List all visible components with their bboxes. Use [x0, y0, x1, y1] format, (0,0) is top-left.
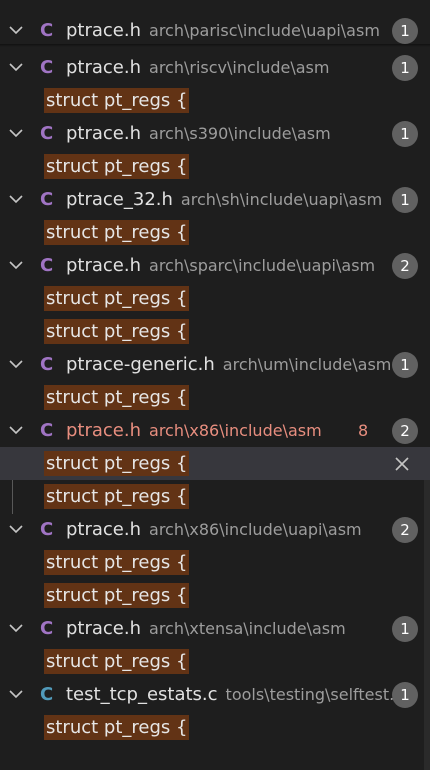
match-row[interactable]: struct pt_regs { [0, 480, 430, 513]
match-row[interactable]: struct pt_regs { [0, 645, 430, 678]
file-name: ptrace.h arch\x86\include\uapi\asm [66, 513, 362, 546]
match-text: struct pt_regs { [44, 220, 190, 245]
file-path-label: arch\xtensa\include\asm [149, 619, 346, 638]
match-text: struct pt_regs { [44, 484, 190, 509]
file-name: test_tcp_estats.c tools\testing\selftest.… [66, 678, 404, 711]
file-name: ptrace.h arch\x86\include\asm [66, 414, 322, 447]
file-name: ptrace.h arch\sparc\include\uapi\asm [66, 249, 375, 282]
chevron-down-icon[interactable] [6, 189, 26, 209]
match-row[interactable]: struct pt_regs { [0, 315, 430, 348]
c-language-icon: C [40, 255, 54, 276]
file-result-row[interactable]: Cptrace_32.h arch\sh\include\uapi\asm 1 [0, 183, 430, 216]
c-language-icon: C [40, 420, 54, 441]
chevron-down-icon[interactable] [6, 684, 26, 704]
search-results-tree: Cptrace.h arch\parisc\include\uapi\asm 1 Cp… [0, 0, 430, 770]
match-text: struct pt_regs { [44, 550, 190, 575]
match-count-badge: 2 [392, 253, 418, 279]
file-name: ptrace.h arch\riscv\include\asm [66, 51, 329, 84]
file-path-label: tools\testing\selftest... [225, 685, 405, 704]
chevron-down-icon[interactable] [6, 354, 26, 374]
match-text: struct pt_regs { [44, 649, 190, 674]
file-result-row[interactable]: Cptrace.h arch\x86\include\uapi\asm 2 [0, 513, 430, 546]
c-language-icon: C [40, 354, 54, 375]
file-result-row[interactable]: Cptrace.h arch\riscv\include\asm 1 [0, 51, 430, 84]
file-result-row[interactable]: Ctest_tcp_estats.c tools\testing\selftest… [0, 678, 430, 711]
file-path-label: arch\parisc\include\uapi\asm [149, 21, 380, 40]
match-row[interactable]: struct pt_regs { [0, 216, 430, 249]
match-count-badge: 2 [392, 517, 418, 543]
match-count-badge: 1 [392, 121, 418, 147]
match-text: struct pt_regs { [44, 319, 190, 344]
c-language-icon: C [40, 189, 54, 210]
match-count-badge: 1 [392, 18, 418, 44]
match-row[interactable]: struct pt_regs { [0, 84, 430, 117]
match-count-badge: 1 [392, 682, 418, 708]
match-text: struct pt_regs { [44, 286, 190, 311]
file-name: ptrace.h arch\s390\include\asm [66, 117, 331, 150]
match-text: struct pt_regs { [44, 154, 190, 179]
match-count-badge: 1 [392, 352, 418, 378]
match-row[interactable]: struct pt_regs { [0, 711, 430, 744]
match-row[interactable]: struct pt_regs { [0, 579, 430, 612]
c-language-icon: C [40, 684, 54, 705]
sticky-scroll-shadow [0, 44, 430, 47]
match-row[interactable]: struct pt_regs { [0, 150, 430, 183]
file-path-label: arch\um\include\asm [222, 355, 392, 374]
c-language-icon: C [40, 519, 54, 540]
dismiss-match-button[interactable] [392, 454, 412, 474]
chevron-down-icon[interactable] [6, 57, 26, 77]
problems-count: 8 [358, 421, 369, 440]
file-result-row[interactable]: Cptrace.h arch\xtensa\include\asm 1 [0, 612, 430, 645]
chevron-down-icon[interactable] [6, 618, 26, 638]
file-path-label: arch\sparc\include\uapi\asm [149, 256, 376, 275]
file-path-label: arch\x86\include\asm [149, 421, 322, 440]
c-language-icon: C [40, 618, 54, 639]
match-count-badge: 1 [392, 187, 418, 213]
file-name-label: ptrace.h [66, 255, 142, 276]
file-name-label: ptrace.h [66, 420, 142, 441]
file-path-label: arch\x86\include\uapi\asm [149, 520, 362, 539]
file-result-row[interactable]: Cptrace.h arch\sparc\include\uapi\asm 2 [0, 249, 430, 282]
file-name: ptrace.h arch\parisc\include\uapi\asm [66, 14, 380, 47]
chevron-down-icon[interactable] [6, 20, 26, 40]
file-name: ptrace.h arch\xtensa\include\asm [66, 612, 346, 645]
file-name-label: ptrace_32.h [66, 189, 173, 210]
file-name-label: ptrace.h [66, 519, 142, 540]
chevron-down-icon[interactable] [6, 420, 26, 440]
match-row[interactable]: struct pt_regs { [0, 447, 430, 480]
match-text: struct pt_regs { [44, 88, 190, 113]
match-row[interactable]: struct pt_regs { [0, 546, 430, 579]
file-name-label: ptrace.h [66, 618, 142, 639]
c-language-icon: C [40, 57, 54, 78]
match-text: struct pt_regs { [44, 715, 190, 740]
file-path-label: arch\sh\include\uapi\asm [180, 190, 383, 209]
chevron-down-icon[interactable] [6, 255, 26, 275]
file-name-label: test_tcp_estats.c [66, 684, 218, 705]
file-path-label: arch\riscv\include\asm [149, 58, 330, 77]
match-count-badge: 2 [392, 418, 418, 444]
file-name-label: ptrace-generic.h [66, 354, 215, 375]
match-row[interactable]: struct pt_regs { [0, 381, 430, 414]
match-text: struct pt_regs { [44, 583, 190, 608]
file-name-label: ptrace.h [66, 20, 142, 41]
match-count-badge: 1 [392, 55, 418, 81]
file-result-row[interactable]: Cptrace.h arch\x86\include\asm 8 2 [0, 414, 430, 447]
file-result-row[interactable]: Cptrace-generic.h arch\um\include\asm 1 [0, 348, 430, 381]
file-result-row[interactable]: Cptrace.h arch\s390\include\asm 1 [0, 117, 430, 150]
chevron-down-icon[interactable] [6, 519, 26, 539]
chevron-down-icon[interactable] [6, 123, 26, 143]
file-path-label: arch\s390\include\asm [149, 124, 331, 143]
file-result-row[interactable]: Cptrace.h arch\parisc\include\uapi\asm 1 [0, 14, 430, 47]
file-name-label: ptrace.h [66, 123, 142, 144]
file-name-label: ptrace.h [66, 57, 142, 78]
match-text: struct pt_regs { [44, 385, 190, 410]
match-text: struct pt_regs { [44, 451, 190, 476]
c-language-icon: C [40, 20, 54, 41]
match-row[interactable]: struct pt_regs { [0, 282, 430, 315]
match-count-badge: 1 [392, 616, 418, 642]
file-name: ptrace_32.h arch\sh\include\uapi\asm [66, 183, 382, 216]
c-language-icon: C [40, 123, 54, 144]
file-name: ptrace-generic.h arch\um\include\asm [66, 348, 391, 381]
